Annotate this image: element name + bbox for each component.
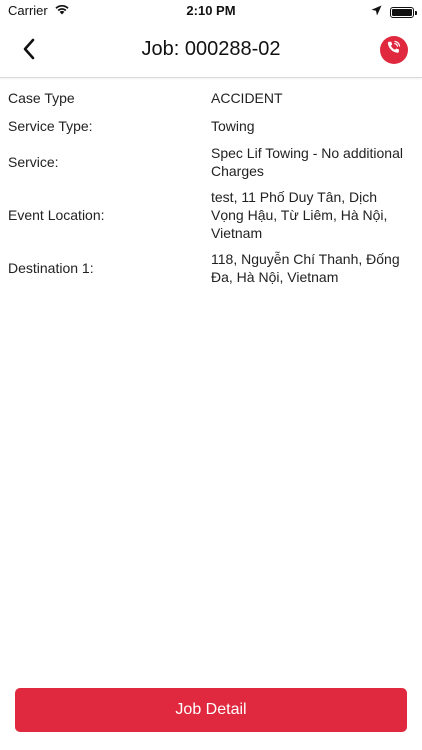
detail-label: Event Location: (8, 207, 105, 223)
detail-row-service: Service: Spec Lif Towing - No additional… (0, 144, 422, 180)
location-arrow-icon (371, 3, 382, 21)
status-bar: Carrier 2:10 PM (0, 0, 422, 22)
detail-label: Service Type: (8, 118, 93, 134)
detail-row-event-location: Event Location: test, 11 Phố Duy Tân, Dị… (0, 188, 422, 242)
detail-row-case-type: Case Type ACCIDENT (0, 88, 422, 108)
job-details: Case Type ACCIDENT Service Type: Towing … (0, 88, 422, 294)
chevron-left-icon (22, 38, 36, 65)
detail-label: Destination 1: (8, 260, 94, 276)
call-button[interactable] (380, 36, 408, 64)
nav-bar: Job: 000288-02 (0, 22, 422, 78)
detail-row-service-type: Service Type: Towing (0, 116, 422, 136)
detail-value: test, 11 Phố Duy Tân, Dịch Vọng Hậu, Từ … (211, 189, 388, 241)
status-time: 2:10 PM (186, 3, 236, 18)
battery-icon (390, 6, 417, 18)
detail-row-destination: Destination 1: 118, Nguyễn Chí Thanh, Đố… (0, 250, 422, 286)
back-button[interactable] (14, 36, 44, 66)
detail-label: Case Type (8, 90, 75, 106)
status-right (371, 3, 417, 21)
detail-value: Spec Lif Towing - No additional Charges (211, 145, 403, 179)
phone-call-icon (386, 40, 402, 61)
page-title: Job: 000288-02 (141, 38, 281, 60)
job-detail-button[interactable]: Job Detail (15, 688, 407, 732)
detail-value: Towing (211, 118, 255, 134)
detail-value: ACCIDENT (211, 90, 283, 106)
detail-value: 118, Nguyễn Chí Thanh, Đống Đa, Hà Nội, … (211, 251, 400, 285)
detail-label: Service: (8, 154, 59, 170)
